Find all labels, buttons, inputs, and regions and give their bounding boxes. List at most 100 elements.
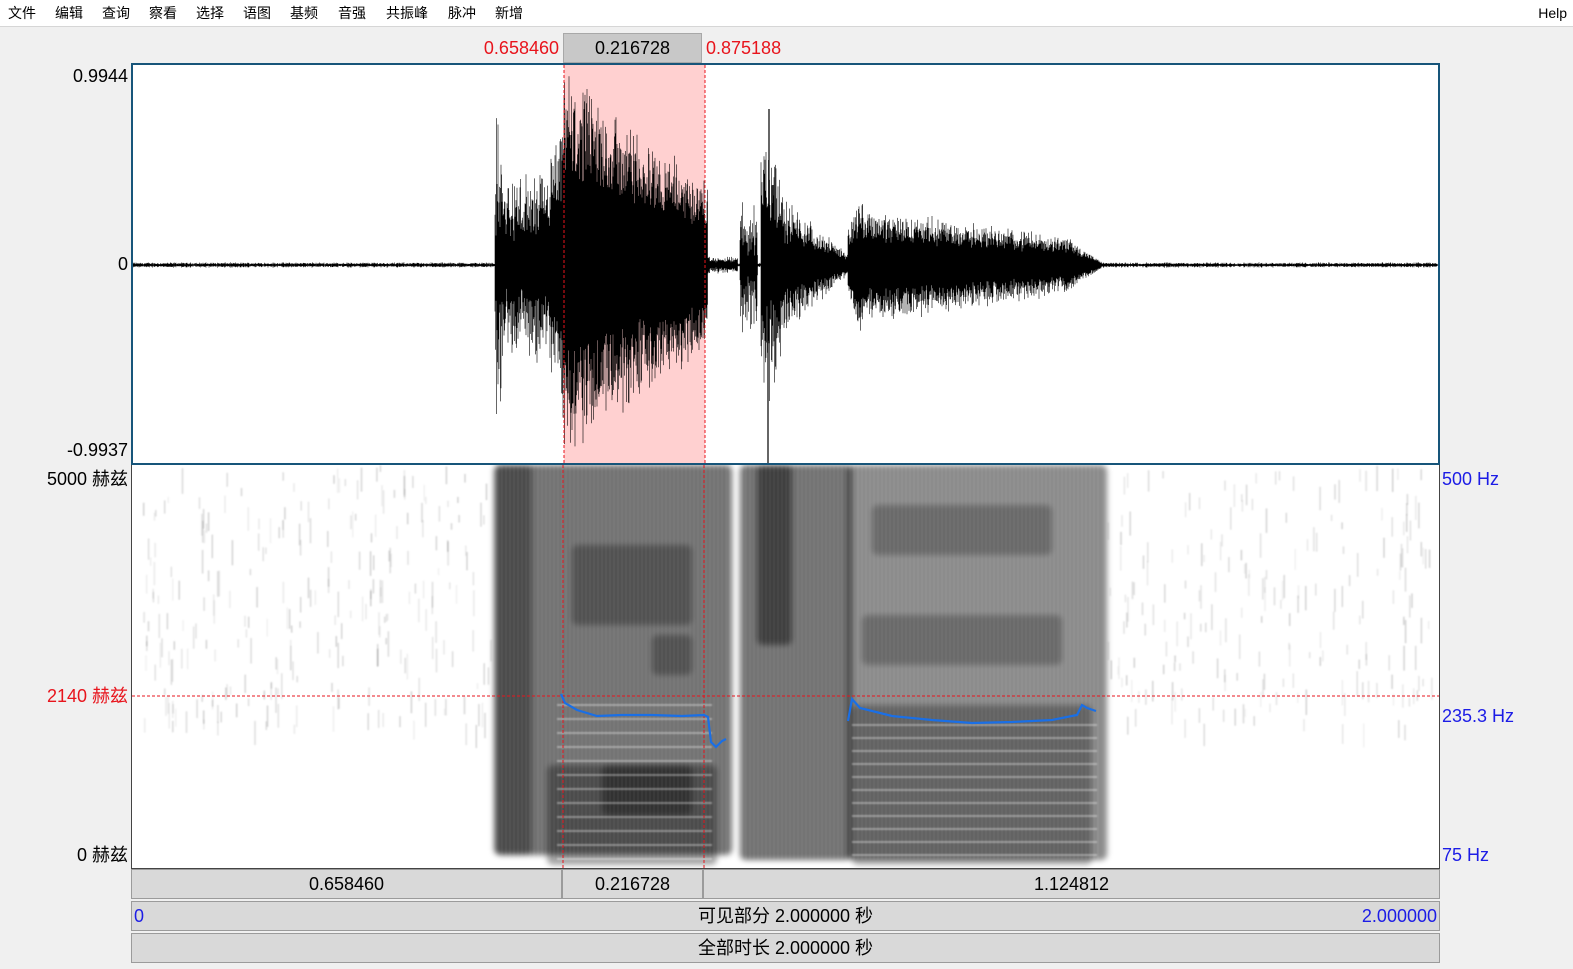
spectrogram-noise-streak bbox=[1174, 691, 1176, 712]
spectrogram-noise-streak bbox=[408, 591, 411, 605]
spectrogram-noise-streak bbox=[414, 583, 417, 594]
spectrogram-noise-streak bbox=[142, 502, 145, 516]
menu-query[interactable]: 查询 bbox=[102, 5, 130, 21]
visible-range-bar[interactable]: 0 可见部分 2.000000 秒 2.000000 bbox=[131, 901, 1440, 931]
menu-new[interactable]: 新增 bbox=[495, 5, 523, 21]
spectrogram-noise-streak bbox=[229, 590, 231, 608]
spectrogram-noise-streak bbox=[1303, 719, 1305, 732]
spectrogram-noise-streak bbox=[1341, 585, 1344, 607]
spectrogram-noise-streak bbox=[166, 613, 169, 630]
spectrogram-noise-streak bbox=[422, 520, 424, 538]
spectrogram-noise-streak bbox=[413, 720, 415, 740]
spectrogram-noise-streak bbox=[1228, 557, 1230, 573]
spectrogram-noise-streak bbox=[146, 641, 148, 652]
spectrogram-noise-streak bbox=[379, 465, 382, 472]
spectrogram-noise-streak bbox=[1203, 723, 1205, 747]
time-segment-selection[interactable]: 0.216728 bbox=[562, 869, 703, 899]
spectrogram-noise-streak bbox=[450, 523, 453, 530]
spectrogram-noise-streak bbox=[214, 649, 216, 662]
selection-duration-box[interactable]: 0.216728 bbox=[563, 33, 702, 63]
spectrogram-noise-streak bbox=[451, 651, 454, 668]
spectrogram-noise-streak bbox=[288, 609, 291, 629]
spectrogram-noise-streak bbox=[379, 626, 381, 638]
spectrogram-noise-streak bbox=[361, 596, 364, 622]
spectrogram-noise-streak bbox=[1265, 508, 1268, 533]
spectrogram-noise-streak bbox=[195, 623, 197, 639]
menu-pitch[interactable]: 基频 bbox=[290, 5, 318, 21]
menu-file[interactable]: 文件 bbox=[8, 5, 36, 21]
spectrogram-noise-streak bbox=[424, 702, 427, 727]
spectrogram-noise-streak bbox=[1359, 469, 1361, 482]
spectrogram-noise-streak bbox=[300, 501, 302, 511]
spectrogram-noise-streak bbox=[1296, 692, 1299, 703]
menu-spectrum[interactable]: 语图 bbox=[243, 5, 271, 21]
menu-help[interactable]: Help bbox=[1538, 5, 1567, 21]
menu-select[interactable]: 选择 bbox=[196, 5, 224, 21]
spectrogram-noise-streak bbox=[1415, 495, 1417, 520]
spectrogram-noise-streak bbox=[1124, 594, 1127, 603]
spectrogram-noise-streak bbox=[1422, 547, 1424, 565]
spectrogram-noise-streak bbox=[485, 483, 488, 501]
spectrogram-noise-streak bbox=[1269, 703, 1271, 713]
spectrogram-noise-streak bbox=[1414, 645, 1417, 670]
menu-view[interactable]: 察看 bbox=[149, 5, 177, 21]
spectrogram-noise-streak bbox=[1259, 533, 1262, 558]
spectrogram-noise-streak bbox=[406, 512, 409, 525]
spectrogram-noise-streak bbox=[443, 708, 446, 716]
spectrogram-noise-streak bbox=[434, 699, 437, 716]
spectrogram-panel[interactable] bbox=[131, 465, 1440, 869]
menu-formant[interactable]: 共振峰 bbox=[386, 5, 428, 21]
spectrogram-noise-streak bbox=[1174, 655, 1176, 663]
spectrogram-noise-streak bbox=[328, 498, 330, 510]
spectrogram-noise-streak bbox=[1292, 673, 1295, 688]
time-segment-left[interactable]: 0.658460 bbox=[131, 869, 562, 899]
time-segment-right[interactable]: 1.124812 bbox=[703, 869, 1440, 899]
spectrogram-noise-streak bbox=[1230, 507, 1232, 530]
spectrogram-noise-streak bbox=[159, 642, 162, 668]
spectrogram-noise-streak bbox=[1341, 522, 1343, 530]
spectrogram-noise-streak bbox=[473, 590, 475, 617]
spectrogram-noise-streak bbox=[445, 466, 448, 485]
spectrogram-noise-streak bbox=[220, 711, 222, 723]
spectrogram-noise-streak bbox=[1192, 651, 1194, 664]
spectrogram-noise-streak bbox=[1203, 555, 1205, 563]
spectrogram-noise-streak bbox=[1125, 675, 1128, 686]
spectrogram-noise-streak bbox=[174, 708, 177, 727]
spectrogram-noise-streak bbox=[1391, 674, 1393, 689]
spectrogram-noise-streak bbox=[354, 513, 357, 521]
spectrogram-noise-streak bbox=[1164, 584, 1166, 603]
spectrogram-noise-streak bbox=[332, 706, 335, 732]
spectrogram-noise-streak bbox=[292, 661, 294, 681]
spectrogram-noise-streak bbox=[1406, 503, 1408, 516]
spectrogram-noise-streak bbox=[1200, 585, 1202, 609]
spectrogram-noise-streak bbox=[1183, 612, 1186, 620]
menu-intensity[interactable]: 音强 bbox=[338, 5, 366, 21]
menu-edit[interactable]: 编辑 bbox=[55, 5, 83, 21]
spectrogram-noise-streak bbox=[472, 630, 474, 652]
spectrogram-noise-streak bbox=[1198, 590, 1201, 602]
spectrogram-noise-streak bbox=[356, 480, 359, 500]
spectrogram-noise-streak bbox=[286, 607, 288, 630]
spectrogram-noise-streak bbox=[1240, 549, 1243, 561]
spectrogram-noise-streak bbox=[342, 655, 344, 667]
spectrogram-noise-streak bbox=[205, 523, 208, 533]
spectrogram-noise-streak bbox=[235, 703, 238, 718]
total-duration-bar[interactable]: 全部时长 2.000000 秒 bbox=[131, 933, 1440, 963]
spectrogram-noise-streak bbox=[168, 703, 170, 729]
spectrogram-noise-streak bbox=[1145, 689, 1147, 705]
spectrogram-noise-streak bbox=[1402, 617, 1405, 626]
spectrogram-noise-streak bbox=[399, 716, 401, 728]
spectrogram-noise-streak bbox=[381, 580, 384, 603]
spectrogram-noise-streak bbox=[370, 590, 372, 607]
menu-pulses[interactable]: 脉冲 bbox=[448, 5, 476, 21]
spectrogram-noise-streak bbox=[396, 526, 398, 539]
waveform-samples bbox=[133, 76, 1438, 447]
waveform-panel[interactable] bbox=[131, 63, 1440, 465]
spectrogram-noise-streak bbox=[386, 613, 389, 621]
spectrogram-noise-streak bbox=[1244, 708, 1246, 717]
spectrogram-noise-streak bbox=[1198, 497, 1201, 510]
spectrogram-noise-streak bbox=[455, 585, 458, 604]
spectrogram-noise-streak bbox=[1164, 619, 1166, 632]
spectrogram-noise-streak bbox=[1418, 502, 1420, 529]
waveform-plot bbox=[133, 65, 1438, 463]
